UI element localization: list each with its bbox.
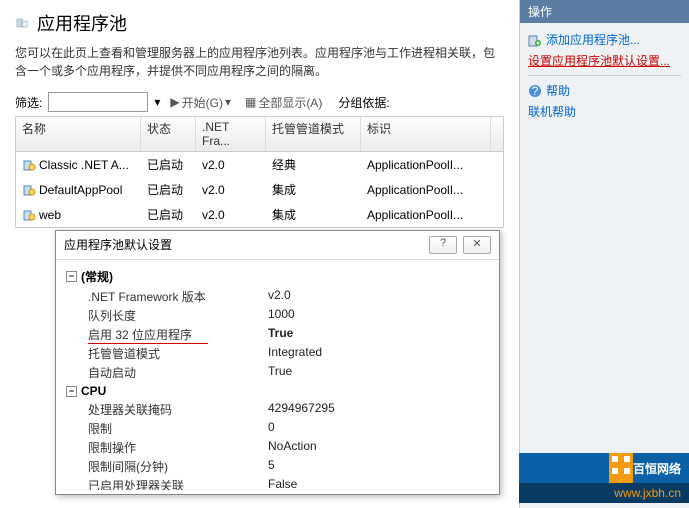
online-help-link[interactable]: 联机帮助	[528, 101, 681, 122]
actions-pane: 操作 添加应用程序池... 设置应用程序池默认设置... ? 帮助 联机帮助	[519, 0, 689, 508]
toolbar: 筛选: ▾ ▶ 开始(G) ▾ ▦ 全部显示(A) 分组依据:	[15, 92, 504, 112]
col-name[interactable]: 名称	[16, 117, 141, 151]
table-row[interactable]: DefaultAppPool已启动v2.0集成ApplicationPoolI.…	[16, 177, 503, 202]
property-row[interactable]: 已启用处理器关联False	[66, 476, 489, 490]
help-link[interactable]: ? 帮助	[528, 80, 681, 101]
property-row[interactable]: 自动启动True	[66, 363, 489, 382]
app-pool-page-icon	[15, 16, 29, 30]
actions-header: 操作	[520, 0, 689, 23]
watermark-logo: 百恒网络 www.jxbh.cn	[519, 453, 689, 508]
property-row[interactable]: 启用 32 位应用程序True	[66, 325, 489, 344]
add-app-pool-link[interactable]: 添加应用程序池...	[528, 29, 681, 50]
pool-icon	[22, 158, 36, 172]
property-row[interactable]: 托管管道模式Integrated	[66, 344, 489, 363]
svg-text:?: ?	[532, 84, 539, 98]
filter-label: 筛选:	[15, 94, 42, 111]
property-row[interactable]: 限制0	[66, 419, 489, 438]
property-row[interactable]: 限制操作NoAction	[66, 438, 489, 457]
collapse-icon[interactable]: −	[66, 271, 77, 282]
category-header[interactable]: −(常规)	[66, 266, 489, 287]
collapse-icon[interactable]: −	[66, 386, 77, 397]
col-identity[interactable]: 标识	[361, 117, 491, 151]
property-row[interactable]: 限制间隔(分钟)5	[66, 457, 489, 476]
add-pool-icon	[528, 33, 542, 47]
property-row[interactable]: .NET Framework 版本v2.0	[66, 287, 489, 306]
help-icon: ?	[528, 84, 542, 98]
category-header[interactable]: −CPU	[66, 382, 489, 400]
property-grid: −(常规).NET Framework 版本v2.0队列长度1000启用 32 …	[56, 260, 499, 490]
main-pane: 应用程序池 您可以在此页上查看和管理服务器上的应用程序池列表。应用程序池与工作进…	[0, 0, 519, 508]
groupby-label: 分组依据:	[338, 94, 389, 111]
filter-input[interactable]	[48, 92, 148, 112]
table-row[interactable]: web已启动v2.0集成ApplicationPoolI...	[16, 202, 503, 227]
grid-header: 名称 状态 .NET Fra... 托管管道模式 标识	[16, 117, 503, 152]
property-row[interactable]: 处理器关联掩码4294967295	[66, 400, 489, 419]
dialog-help-button[interactable]: ?	[429, 236, 457, 254]
col-mode[interactable]: 托管管道模式	[266, 117, 361, 151]
dialog-title: 应用程序池默认设置	[64, 236, 172, 254]
page-description: 您可以在此页上查看和管理服务器上的应用程序池列表。应用程序池与工作进程相关联，包…	[15, 44, 504, 80]
pool-icon	[22, 183, 36, 197]
dialog-close-button[interactable]: ✕	[463, 236, 491, 254]
col-net[interactable]: .NET Fra...	[196, 117, 266, 151]
start-button[interactable]: ▶ 开始(G) ▾	[166, 93, 235, 112]
page-title: 应用程序池	[37, 10, 127, 36]
defaults-dialog: 应用程序池默认设置 ? ✕ −(常规).NET Framework 版本v2.0…	[55, 230, 500, 495]
property-row[interactable]: 队列长度1000	[66, 306, 489, 325]
grid-icon: ▦	[245, 95, 256, 109]
app-pool-grid: 名称 状态 .NET Fra... 托管管道模式 标识 Classic .NET…	[15, 116, 504, 228]
play-icon: ▶	[170, 95, 179, 109]
pool-icon	[22, 208, 36, 222]
table-row[interactable]: Classic .NET A...已启动v2.0经典ApplicationPoo…	[16, 152, 503, 177]
show-all-button[interactable]: ▦ 全部显示(A)	[241, 93, 326, 112]
set-defaults-link[interactable]: 设置应用程序池默认设置...	[528, 50, 681, 71]
col-state[interactable]: 状态	[141, 117, 196, 151]
